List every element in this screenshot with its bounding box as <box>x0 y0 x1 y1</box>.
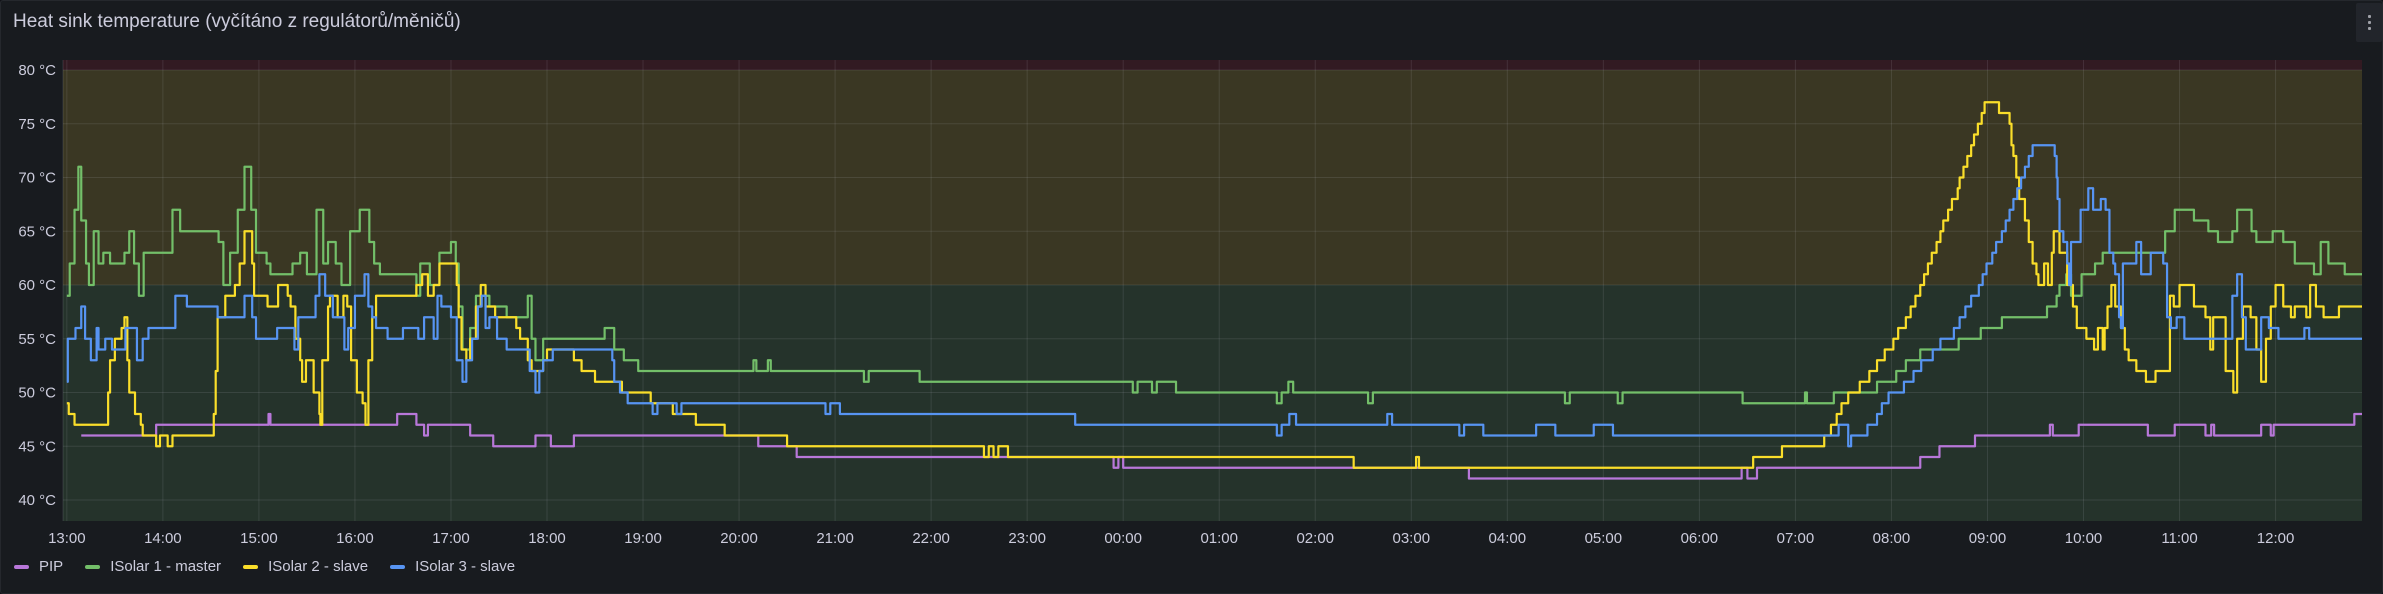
x-tick-label: 17:00 <box>432 530 470 547</box>
legend-item-isolar-2[interactable]: ISolar 2 - slave <box>243 558 368 575</box>
legend-label: ISolar 1 - master <box>110 558 222 575</box>
y-tick-label: 70 °C <box>18 170 56 187</box>
y-tick-label: 75 °C <box>18 116 56 133</box>
y-tick-label: 50 °C <box>18 385 56 402</box>
x-tick-label: 16:00 <box>336 530 374 547</box>
y-axis: 40 °C 45 °C 50 °C 55 °C 60 °C 65 °C 70 °C 75 °C… <box>18 62 56 509</box>
x-tick-label: 22:00 <box>912 530 950 547</box>
y-tick-label: 40 °C <box>18 492 56 509</box>
threshold-band <box>63 60 2362 70</box>
threshold-bands <box>63 60 2362 521</box>
x-tick-label: 11:00 <box>2161 530 2197 547</box>
x-tick-label: 14:00 <box>144 530 182 547</box>
series-color-swatch <box>14 564 29 569</box>
x-tick-label: 01:00 <box>1200 530 1238 547</box>
x-axis: 13:00 14:00 15:00 16:00 17:00 18:00 19:00 20:00… <box>48 530 2294 547</box>
series-color-swatch <box>243 564 259 569</box>
legend-item-isolar-3[interactable]: ISolar 3 - slave <box>390 558 515 575</box>
legend-label: ISolar 3 - slave <box>415 558 516 575</box>
x-tick-label: 04:00 <box>1489 530 1527 547</box>
x-tick-label: 03:00 <box>1393 530 1431 547</box>
x-tick-label: 06:00 <box>1681 530 1719 547</box>
x-tick-label: 10:00 <box>2065 530 2103 547</box>
x-tick-label: 18:00 <box>528 530 566 547</box>
x-tick-label: 09:00 <box>1969 530 2007 547</box>
series-color-swatch <box>85 564 101 569</box>
x-tick-label: 13:00 <box>48 530 86 547</box>
y-tick-label: 65 °C <box>18 223 56 240</box>
threshold-band <box>63 285 2362 521</box>
x-tick-label: 05:00 <box>1585 530 1623 547</box>
y-tick-label: 55 °C <box>18 331 56 348</box>
time-series-chart[interactable]: 40 °C 45 °C 50 °C 55 °C 60 °C 65 °C 70 °C 75 °C… <box>0 0 2383 594</box>
legend-item-isolar-1[interactable]: ISolar 1 - master <box>85 558 221 575</box>
legend-label: ISolar 2 - slave <box>268 558 369 575</box>
series-color-swatch <box>390 564 406 569</box>
legend: PIP ISolar 1 - master ISolar 2 - slave I… <box>14 558 515 575</box>
x-tick-label: 00:00 <box>1104 530 1142 547</box>
y-tick-label: 80 °C <box>18 62 56 79</box>
x-tick-label: 02:00 <box>1296 530 1334 547</box>
x-tick-label: 07:00 <box>1777 530 1815 547</box>
x-tick-label: 12:00 <box>2257 530 2295 547</box>
x-tick-label: 20:00 <box>720 530 758 547</box>
x-tick-label: 23:00 <box>1008 530 1046 547</box>
x-tick-label: 21:00 <box>816 530 854 547</box>
x-tick-label: 19:00 <box>624 530 662 547</box>
x-tick-label: 15:00 <box>240 530 278 547</box>
x-tick-label: 08:00 <box>1873 530 1911 547</box>
legend-item-pip[interactable]: PIP <box>14 558 63 575</box>
legend-label: PIP <box>39 558 64 575</box>
y-tick-label: 45 °C <box>18 438 56 455</box>
y-tick-label: 60 °C <box>18 277 56 294</box>
